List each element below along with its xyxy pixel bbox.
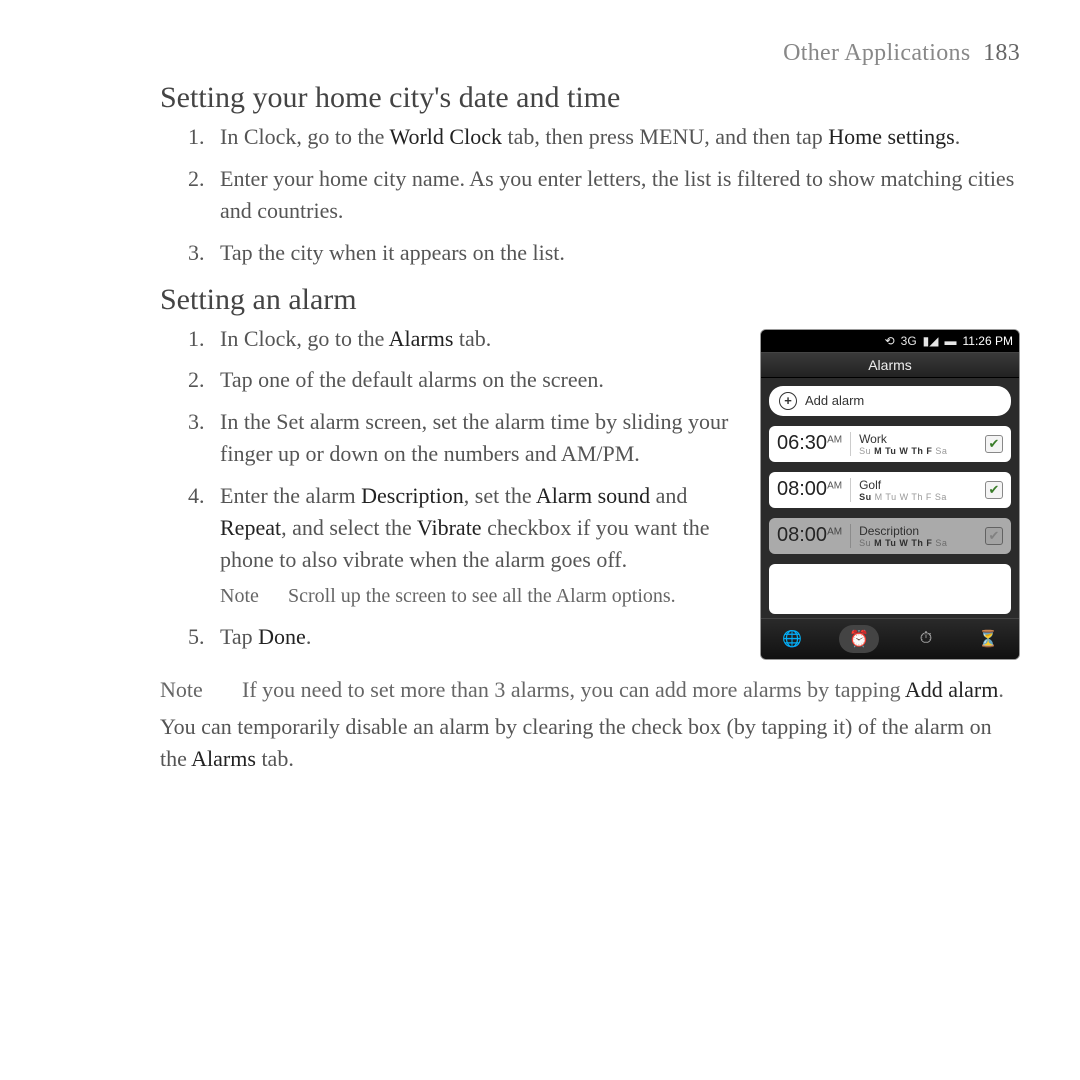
alarm-row[interactable]: 08:00AM GolfSu M Tu W Th F Sa ✔ [769, 472, 1011, 508]
tab-alarms[interactable]: ⏰ [839, 625, 879, 653]
alarm-checkbox[interactable]: ✔ [985, 527, 1003, 545]
network-icon: 3G [901, 334, 917, 348]
battery-icon: ▬ [945, 334, 957, 348]
inline-note: Note Scroll up the screen to see all the… [220, 582, 736, 611]
alarm-checkbox[interactable]: ✔ [985, 435, 1003, 453]
list-set-alarm: 1.In Clock, go to the Alarms tab. 2.Tap … [160, 323, 736, 653]
days-label: Su M Tu W Th F Sa [859, 538, 977, 548]
globe-icon: 🌐 [782, 629, 802, 649]
tab-stopwatch[interactable]: ⏱ [911, 627, 941, 651]
tab-timer[interactable]: ⏳ [973, 627, 1003, 651]
add-alarm-button[interactable]: + Add alarm [769, 386, 1011, 416]
list-item: 3.Tap the city when it appears on the li… [220, 237, 1020, 269]
list-item: 5.Tap Done. [220, 621, 736, 653]
sync-icon: ⟲ [885, 334, 895, 348]
alarms-body: + Add alarm 06:30AM WorkSu M Tu W Th F S… [761, 378, 1019, 618]
alarm-row[interactable]: 08:00AM DescriptionSu M Tu W Th F Sa ✔ [769, 518, 1011, 554]
tab-world-clock[interactable]: 🌐 [777, 627, 807, 651]
list-item: 1.In Clock, go to the World Clock tab, t… [220, 121, 1020, 153]
days-label: Su M Tu W Th F Sa [859, 492, 977, 502]
signal-icon: ▮◢ [923, 334, 939, 348]
bottom-note: Note If you need to set more than 3 alar… [160, 677, 1020, 703]
list-item: 3.In the Set alarm screen, set the alarm… [220, 406, 736, 470]
bottom-tabs: 🌐 ⏰ ⏱ ⏳ [761, 618, 1019, 659]
list-home-city: 1.In Clock, go to the World Clock tab, t… [160, 121, 1020, 269]
add-alarm-label: Add alarm [805, 393, 864, 408]
list-item: 1.In Clock, go to the Alarms tab. [220, 323, 736, 355]
phone-screenshot: ⟲ 3G ▮◢ ▬ 11:26 PM Alarms + Add alarm 06… [760, 329, 1020, 660]
list-item: 2.Enter your home city name. As you ente… [220, 163, 1020, 227]
heading-set-alarm: Setting an alarm [160, 283, 1020, 317]
blank-row [769, 564, 1011, 614]
plus-icon: + [779, 392, 797, 410]
alarm-checkbox[interactable]: ✔ [985, 481, 1003, 499]
heading-home-city: Setting your home city's date and time [160, 81, 1020, 115]
page-number: 183 [983, 40, 1020, 66]
clock-icon: ⏱ [920, 630, 932, 648]
days-label: Su M Tu W Th F Sa [859, 446, 977, 456]
status-bar: ⟲ 3G ▮◢ ▬ 11:26 PM [761, 330, 1019, 352]
list-item: 2.Tap one of the default alarms on the s… [220, 364, 736, 396]
screen-title: Alarms [761, 352, 1019, 378]
hourglass-icon: ⏳ [978, 629, 998, 649]
alarm-row[interactable]: 06:30AM WorkSu M Tu W Th F Sa ✔ [769, 426, 1011, 462]
list-item: 4.Enter the alarm Description, set the A… [220, 480, 736, 611]
section-name: Other Applications [783, 40, 970, 66]
alarm-icon: ⏰ [849, 629, 869, 649]
paragraph: You can temporarily disable an alarm by … [160, 711, 1020, 775]
status-time: 11:26 PM [963, 334, 1013, 348]
page-header: Other Applications 183 [160, 40, 1020, 67]
